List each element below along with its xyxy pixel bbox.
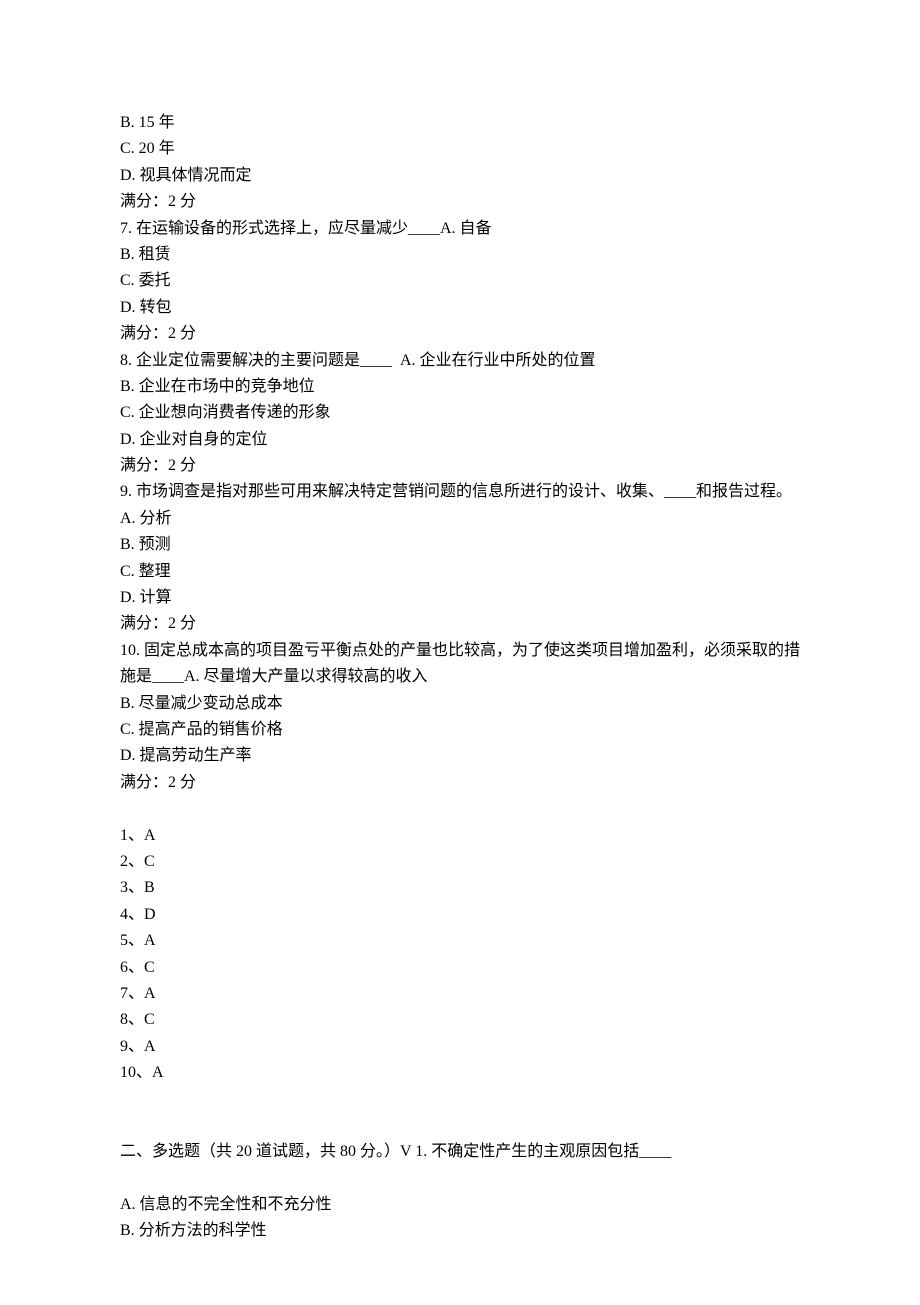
q9-score: 满分：2 分 (120, 611, 800, 637)
section2-option-b: B. 分析方法的科学性 (120, 1218, 800, 1244)
answer-4: 4、D (120, 902, 800, 928)
q6-option-b: B. 15 年 (120, 110, 800, 136)
q8-score: 满分：2 分 (120, 453, 800, 479)
q8-option-d: D. 企业对自身的定位 (120, 427, 800, 453)
q7-score: 满分：2 分 (120, 321, 800, 347)
q9-option-b: B. 预测 (120, 532, 800, 558)
q7-option-d: D. 转包 (120, 295, 800, 321)
answer-6: 6、C (120, 955, 800, 981)
answer-5: 5、A (120, 928, 800, 954)
q8-option-b: B. 企业在市场中的竞争地位 (120, 374, 800, 400)
q10-stem: 10. 固定总成本高的项目盈亏平衡点处的产量也比较高，为了使这类项目增加盈利，必… (120, 638, 800, 691)
answer-9: 9、A (120, 1034, 800, 1060)
q9-stem: 9. 市场调查是指对那些可用来解决特定营销问题的信息所进行的设计、收集、____… (120, 479, 800, 532)
q10-score: 满分：2 分 (120, 770, 800, 796)
q6-option-d: D. 视具体情况而定 (120, 163, 800, 189)
answer-8: 8、C (120, 1007, 800, 1033)
answer-2: 2、C (120, 849, 800, 875)
blank-line (120, 796, 800, 822)
q7-stem: 7. 在运输设备的形式选择上，应尽量减少____A. 自备 (120, 216, 800, 242)
q8-option-c: C. 企业想向消费者传递的形象 (120, 400, 800, 426)
q10-option-b: B. 尽量减少变动总成本 (120, 691, 800, 717)
answer-1: 1、A (120, 823, 800, 849)
q7-option-c: C. 委托 (120, 268, 800, 294)
document-page: B. 15 年 C. 20 年 D. 视具体情况而定 满分：2 分 7. 在运输… (0, 0, 920, 1305)
answer-7: 7、A (120, 981, 800, 1007)
q6-score: 满分：2 分 (120, 189, 800, 215)
q8-stem: 8. 企业定位需要解决的主要问题是____ A. 企业在行业中所处的位置 (120, 348, 800, 374)
q10-option-c: C. 提高产品的销售价格 (120, 717, 800, 743)
q6-option-c: C. 20 年 (120, 136, 800, 162)
section2-option-a: A. 信息的不完全性和不充分性 (120, 1192, 800, 1218)
q7-option-b: B. 租赁 (120, 242, 800, 268)
section2-heading: 二、多选题（共 20 道试题，共 80 分。）V 1. 不确定性产生的主观原因包… (120, 1139, 800, 1165)
blank-line-2 (120, 1166, 800, 1192)
q9-option-c: C. 整理 (120, 559, 800, 585)
answer-3: 3、B (120, 875, 800, 901)
blank-gap (120, 1086, 800, 1139)
q9-option-d: D. 计算 (120, 585, 800, 611)
answer-10: 10、A (120, 1060, 800, 1086)
q10-option-d: D. 提高劳动生产率 (120, 743, 800, 769)
